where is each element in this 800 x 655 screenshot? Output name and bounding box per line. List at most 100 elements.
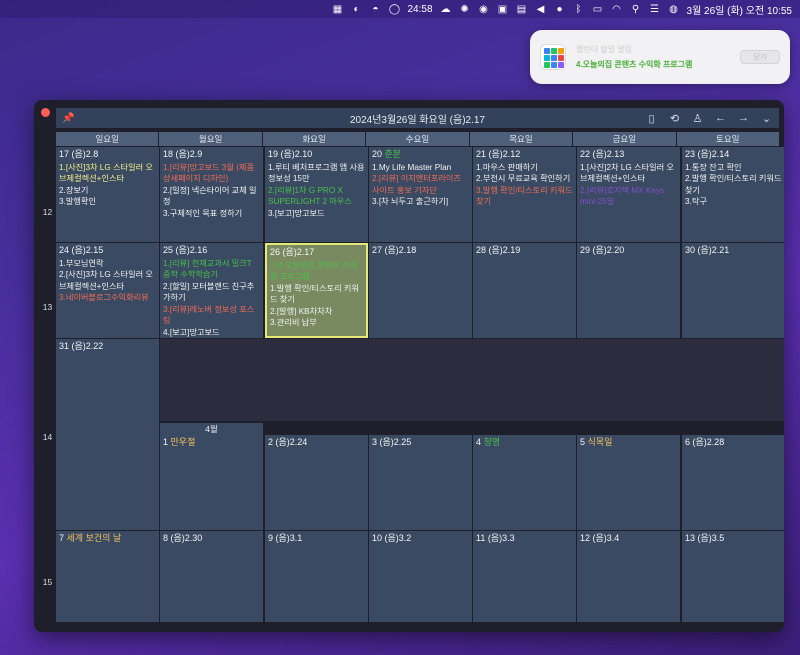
day-cell[interactable]: 29 (음)2.20 xyxy=(577,243,680,338)
event-item[interactable]: 2.[일정] 넥슨타이어 교체 일정 xyxy=(163,185,260,208)
event-item[interactable]: 1.통장 잔고 확인 xyxy=(685,162,782,174)
day-date: 7 세계 보건의 날 xyxy=(59,533,122,543)
chevron-down-icon[interactable]: ⌄ xyxy=(760,112,773,125)
event-item[interactable]: ①4.오늘의집 콘텐츠 수익화 프로그램 xyxy=(270,260,363,283)
event-item[interactable]: 1.[리뷰]망고보드 3월 (제품상세페이지 디자인) xyxy=(163,162,260,185)
event-item[interactable]: 4.[보고]망고보드 xyxy=(163,327,260,339)
event-item[interactable]: 2.[사진]3차 LG 스타일러 오브제컬렉션+인스타 xyxy=(59,269,156,292)
day-cell[interactable]: 13 (음)3.5 xyxy=(682,531,784,622)
app-blue-icon[interactable]: ◉ xyxy=(478,3,490,15)
event-item[interactable]: 2.발행 확인/티스토리 키워드 찾기 xyxy=(685,173,782,196)
window-icon[interactable]: ▣ xyxy=(497,3,509,15)
week-number: 13 xyxy=(42,302,53,312)
event-item[interactable]: 1.[사진]3차 LG 스타일러 오브제컬렉션+인스타 xyxy=(59,162,156,185)
event-item[interactable]: 1.[리뷰] 천재교과서 밀크T 중학 수학학습기 xyxy=(163,258,260,281)
day-date: 11 (음)3.3 xyxy=(476,533,515,543)
volume-icon[interactable]: ◀ xyxy=(535,3,547,15)
event-item[interactable]: 3.발행확인 xyxy=(59,196,156,208)
event-item[interactable]: 2.[리뷰]1차 G PRO X SUPERLIGHT 2 마우스 xyxy=(268,185,365,208)
close-window-button[interactable] xyxy=(41,108,50,117)
event-item[interactable]: 1.마우스 판매하기 xyxy=(476,162,573,174)
event-item[interactable]: 3.관리비 납부 xyxy=(270,317,363,329)
grid-app-icon[interactable]: ▦ xyxy=(331,3,343,15)
bluetooth-icon[interactable]: ᛒ xyxy=(573,3,585,15)
day-cell[interactable]: 31 (음)2.22 xyxy=(56,339,159,530)
phone-icon[interactable]: ▯ xyxy=(645,112,658,125)
day-cell[interactable]: 18 (음)2.9 1.[리뷰]망고보드 3월 (제품상세페이지 디자인) 2.[일… xyxy=(160,147,263,242)
control-center-icon[interactable]: ☰ xyxy=(649,3,661,15)
day-cell[interactable]: 4 청명 xyxy=(473,435,576,530)
day-cell[interactable]: 22 (음)2.13 1.[사진]2차 LG 스타일러 오브제컬렉션+인스타 2.[… xyxy=(577,147,680,242)
day-cell[interactable]: 25 (음)2.16 1.[리뷰] 천재교과서 밀크T 중학 수학학습기 2.[할일… xyxy=(160,243,263,338)
event-item[interactable]: 3.네이버블로그수익화리뷰 xyxy=(59,292,156,304)
user-icon[interactable]: ♙ xyxy=(691,112,704,125)
day-cell[interactable]: 5 식목일 xyxy=(577,435,680,530)
day-cell[interactable]: 26 (음)2.17 ①4.오늘의집 콘텐츠 수익화 프로그램 1.발행 확인/티스… xyxy=(265,243,368,338)
sync-icon[interactable]: ⟲ xyxy=(668,112,681,125)
day-cell[interactable]: 20 춘분 1.My Life Master Plan 2.[리뷰] 이지앤터프라이… xyxy=(369,147,472,242)
day-cell[interactable]: 11 (음)3.3 xyxy=(473,531,576,622)
wifi-icon[interactable]: ◠ xyxy=(611,3,623,15)
timer-text[interactable]: 24:58 xyxy=(407,4,432,15)
day-date: 29 (음)2.20 xyxy=(580,245,625,255)
day-cell[interactable]: 21 (음)2.12 1.마우스 판매하기 2.부천시 무료교육 확인하기 3.발행 … xyxy=(473,147,576,242)
battery-icon[interactable]: ▭ xyxy=(592,3,604,15)
day-cell[interactable]: 9 (음)3.1 xyxy=(265,531,368,622)
day-cell[interactable]: 6 (음)2.28 xyxy=(682,435,784,530)
event-item[interactable]: 2.[리뷰]로지텍 MX Keys mini-25일 xyxy=(580,185,677,208)
event-item[interactable]: 1.[사진]2차 LG 스타일러 오브제컬렉션+인스타 xyxy=(580,162,677,185)
arrow-right-icon[interactable]: → xyxy=(737,112,750,125)
day-date: 31 (음)2.22 xyxy=(59,341,104,351)
weekday-sat: 토요일 xyxy=(676,132,779,146)
event-item[interactable]: 2.부천시 무료교육 확인하기 xyxy=(476,173,573,185)
day-date: 19 (음)2.10 xyxy=(268,149,313,159)
event-item[interactable]: 2.장보기 xyxy=(59,185,156,197)
day-date: 8 (음)2.30 xyxy=(163,533,203,543)
day-cell[interactable]: 28 (음)2.19 xyxy=(473,243,576,338)
weekday-fri: 금요일 xyxy=(573,132,676,146)
day-cell[interactable]: 30 (음)2.21 xyxy=(682,243,784,338)
day-cell[interactable]: 2 (음)2.24 xyxy=(265,435,368,530)
day-cell[interactable]: 8 (음)2.30 xyxy=(160,531,263,622)
event-item[interactable]: 1.My Life Master Plan xyxy=(372,162,469,174)
timer-icon[interactable]: ◯ xyxy=(388,3,400,15)
day-cell[interactable]: 24 (음)2.15 1.부모님연락 2.[사진]3차 LG 스타일러 오브제컬렉션… xyxy=(56,243,159,338)
event-item[interactable]: 3.[보고]망고보드 xyxy=(268,208,365,220)
notification-message: 4.오늘의집 콘텐츠 수익화 프로그램 xyxy=(576,60,693,69)
day-cell[interactable]: 7 세계 보건의 날 xyxy=(56,531,159,622)
day-cell[interactable]: 12 (음)3.4 xyxy=(577,531,680,622)
day-cell[interactable]: 23 (음)2.14 1.통장 잔고 확인 2.발행 확인/티스토리 키워드 찾기 3… xyxy=(682,147,784,242)
display-icon[interactable]: ▤ xyxy=(516,3,528,15)
day-cell[interactable]: 27 (음)2.18 xyxy=(369,243,472,338)
pin-icon[interactable]: 📌 xyxy=(62,113,76,124)
day-cell[interactable]: 19 (음)2.10 1.루티 베처프로그램 앱 사용 정보성 15만 2.[리뷰]… xyxy=(265,147,368,242)
search-icon[interactable]: ⚲ xyxy=(630,3,642,15)
event-item[interactable]: 3.탁구 xyxy=(685,196,782,208)
day-cell[interactable]: 17 (음)2.8 1.[사진]3차 LG 스타일러 오브제컬렉션+인스타 2.장보… xyxy=(56,147,159,242)
menubar-datetime[interactable]: 3월 26일 (화) 오전 10:55 xyxy=(687,2,792,17)
siri-icon[interactable]: ◍ xyxy=(668,3,680,15)
event-item[interactable]: 2.[발행] KB차차차 xyxy=(270,306,363,318)
event-item[interactable]: 1.루티 베처프로그램 앱 사용 정보성 15만 xyxy=(268,162,365,185)
event-item[interactable]: 1.부모님연락 xyxy=(59,258,156,270)
event-item[interactable]: 1.발행 확인/티스토리 키워드 찾기 xyxy=(270,283,363,306)
day-cell[interactable]: 10 (음)3.2 xyxy=(369,531,472,622)
event-item[interactable]: 3.발행 확인/티스토리 키워드 찾기 xyxy=(476,185,573,208)
weekday-thu: 목요일 xyxy=(469,132,573,146)
event-item[interactable]: 3.[차 뇌두고 출근하기] xyxy=(372,196,469,208)
day-cell[interactable]: 3 (음)2.25 xyxy=(369,435,472,530)
arrow-left-icon[interactable]: ← xyxy=(714,112,727,125)
cloud-icon[interactable]: ☁ xyxy=(440,3,452,15)
day-date: 30 (음)2.21 xyxy=(685,245,730,255)
day-cell[interactable]: 1 만우절 xyxy=(160,435,263,530)
pomodoro-icon[interactable]: ◓ xyxy=(369,3,381,15)
event-item[interactable]: 2.[리뷰] 이지앤터프라이즈 사이트 홍보 기자단 xyxy=(372,173,469,196)
app-circle-icon[interactable]: ◐ xyxy=(350,3,362,15)
notification-red-icon[interactable]: ● xyxy=(554,3,566,15)
event-item[interactable]: 3.구체적인 목표 정하기 xyxy=(163,208,260,220)
weather-icon[interactable]: ✺ xyxy=(459,3,471,15)
notification-close-button[interactable]: 닫기 xyxy=(740,50,780,64)
event-item[interactable]: 2.[할일] 모터블랜드 친구추가하기 xyxy=(163,281,260,304)
notification-banner[interactable]: 캘린더 할일 알림 4.오늘의집 콘텐츠 수익화 프로그램 닫기 xyxy=(530,30,790,84)
event-item[interactable]: 3.[리뷰]레노버 정보성 포스팅 xyxy=(163,304,260,327)
